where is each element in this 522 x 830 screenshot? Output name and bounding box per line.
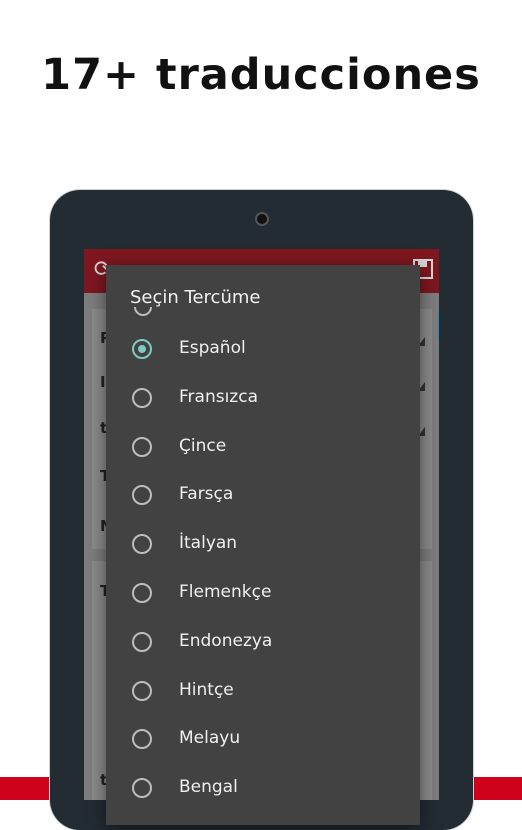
radio-icon [134, 307, 152, 316]
radio-icon[interactable] [132, 729, 152, 750]
option-label: Español [179, 338, 246, 358]
page-headline: 17+ traducciones [41, 50, 481, 100]
translation-option[interactable]: Bengal [106, 764, 420, 813]
background-text: I [100, 373, 106, 391]
translation-option[interactable]: Flemenkçe [106, 569, 420, 618]
option-label: Hintçe [179, 679, 234, 700]
radio-icon[interactable] [132, 485, 152, 506]
translation-option[interactable]: Hintçe [106, 667, 420, 716]
radio-icon[interactable] [132, 631, 152, 652]
translation-option[interactable]: Farsça [106, 471, 420, 520]
radio-checked-icon[interactable] [132, 339, 152, 359]
translation-option[interactable]: Melayu [106, 715, 420, 764]
radio-icon[interactable] [132, 680, 152, 701]
translation-option[interactable]: İtalyan [106, 520, 420, 569]
radio-icon[interactable] [132, 534, 152, 555]
option-label: Bengal [179, 777, 238, 798]
dialog-title: Seçin Tercüme [130, 287, 261, 308]
red-band-left [0, 777, 50, 800]
option-label: Çince [179, 435, 227, 456]
option-label: Flemenkçe [179, 581, 272, 602]
radio-icon[interactable] [132, 582, 152, 603]
translation-option[interactable]: Español [106, 325, 420, 374]
translation-option[interactable]: Çince [106, 423, 420, 472]
option-label: Endonezya [179, 630, 273, 651]
radio-icon[interactable] [132, 436, 152, 457]
radio-icon[interactable] [132, 387, 152, 408]
option-label: Fransızca [179, 386, 258, 407]
red-band-right [473, 777, 522, 800]
translation-dialog: Seçin Tercüme Español Fransızca Çince Fa… [106, 265, 420, 825]
radio-icon[interactable] [132, 778, 152, 799]
translation-options: Español Fransızca Çince Farsça İtalyan F… [106, 325, 420, 813]
scroll-indicator [438, 311, 439, 341]
translation-option[interactable]: Fransızca [106, 374, 420, 423]
translation-option[interactable]: Endonezya [106, 618, 420, 667]
option-label: İtalyan [179, 533, 238, 554]
option-label: Farsça [179, 484, 234, 505]
option-label: Melayu [179, 728, 241, 749]
tablet-camera [255, 212, 269, 226]
